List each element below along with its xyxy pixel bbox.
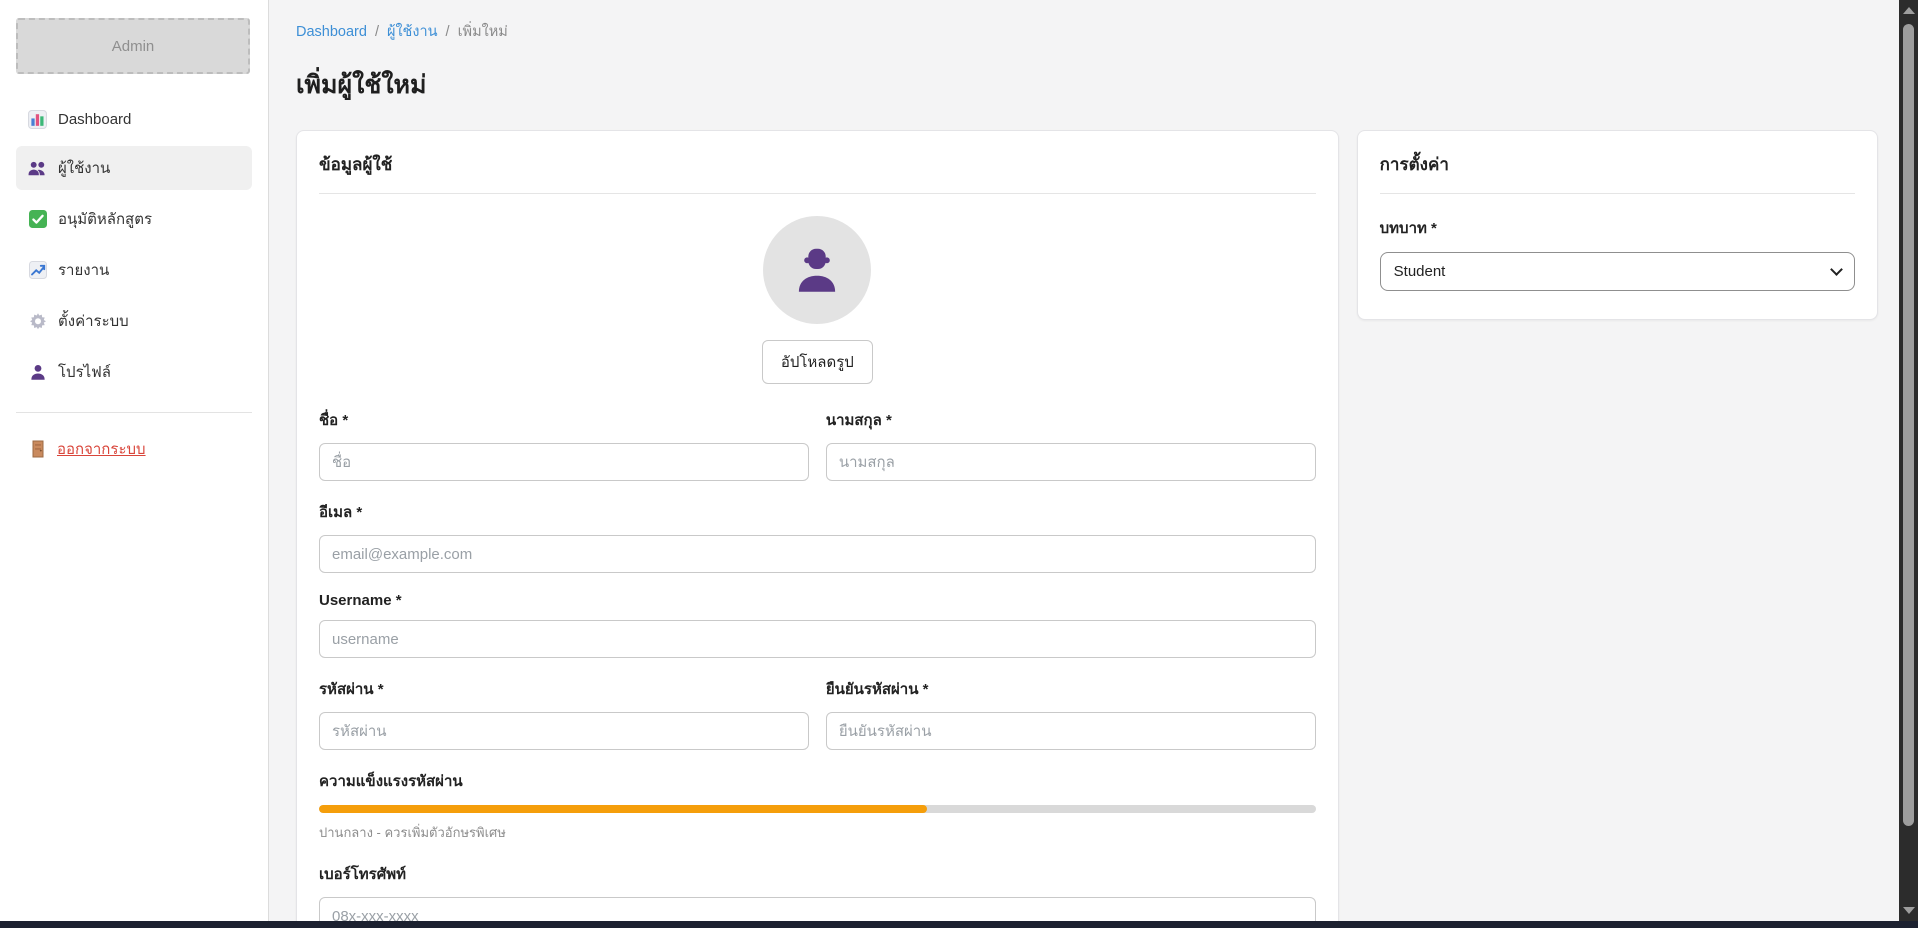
bottom-edge-bar [0,921,1918,928]
password-strength-message: ปานกลาง - ควรเพิ่มตัวอักษรพิเศษ [319,822,1316,843]
password-input[interactable] [319,712,809,750]
sidebar-divider [16,412,252,413]
password-strength-label: ความแข็งแรงรหัสผ่าน [319,769,1316,793]
phone-label: เบอร์โทรศัพท์ [319,862,1316,886]
settings-card-title: การตั้งค่า [1380,151,1855,194]
email-field-group: อีเมล * [319,500,1316,573]
last-name-field-group: นามสกุล * [826,408,1316,481]
sidebar-item-profile[interactable]: โปรไฟล์ [16,350,252,394]
sidebar-menu: Dashboard ผู้ใช้งาน อนุมัติหลักสูตร รายง… [16,100,252,394]
person-icon [28,363,47,382]
phone-input[interactable] [319,897,1316,921]
confirm-password-field-group: ยืนยันรหัสผ่าน * [826,677,1316,750]
page-title: เพิ่มผู้ใช้ใหม่ [296,65,1878,105]
role-select[interactable]: Student [1380,252,1855,291]
door-icon [28,440,47,459]
logout-link[interactable]: ออกจากระบบ [16,437,252,461]
vertical-scrollbar[interactable] [1899,0,1918,921]
sidebar-item-approve-courses[interactable]: อนุมัติหลักสูตร [16,197,252,241]
content-row: ข้อมูลผู้ใช้ อัปโหลดรูป ชื่อ * นามสกุล * [296,130,1878,921]
role-selected-value: Student [1394,263,1446,280]
phone-field-group: เบอร์โทรศัพท์ [319,862,1316,921]
sidebar-item-label: อนุมัติหลักสูตร [58,207,152,231]
first-name-label: ชื่อ * [319,408,809,432]
breadcrumb-link-dashboard[interactable]: Dashboard [296,24,367,40]
breadcrumb-separator: / [446,24,450,40]
password-field-group: รหัสผ่าน * [319,677,809,750]
scroll-down-arrow-icon[interactable] [1903,907,1915,914]
sidebar-item-label: ผู้ใช้งาน [58,156,110,180]
sidebar-item-users[interactable]: ผู้ใช้งาน [16,146,252,190]
sidebar-item-reports[interactable]: รายงาน [16,248,252,292]
username-label: Username * [319,592,1316,609]
avatar [763,216,871,324]
confirm-password-input[interactable] [826,712,1316,750]
password-row: รหัสผ่าน * ยืนยันรหัสผ่าน * [319,677,1316,750]
sidebar-item-label: ตั้งค่าระบบ [58,309,129,333]
settings-card: การตั้งค่า บทบาท * Student [1357,130,1878,320]
password-strength-fill [319,805,927,813]
email-label: อีเมล * [319,500,1316,524]
person-silhouette-icon [788,241,846,299]
confirm-password-label: ยืนยันรหัสผ่าน * [826,677,1316,701]
main-content: Dashboard / ผู้ใช้งาน / เพิ่มใหม่ เพิ่มผ… [269,0,1918,921]
scroll-up-arrow-icon[interactable] [1903,7,1915,14]
password-strength-track [319,805,1316,813]
sidebar-item-dashboard[interactable]: Dashboard [16,100,252,139]
breadcrumb-link-users[interactable]: ผู้ใช้งาน [387,20,438,43]
chevron-down-icon [1830,263,1843,276]
upload-photo-button[interactable]: อัปโหลดรูป [762,340,873,384]
users-icon [28,159,47,178]
avatar-block: อัปโหลดรูป [319,216,1316,384]
username-field-group: Username * [319,592,1316,658]
last-name-label: นามสกุล * [826,408,1316,432]
bar-chart-icon [28,110,47,129]
password-strength-block: ความแข็งแรงรหัสผ่าน ปานกลาง - ควรเพิ่มตั… [319,769,1316,843]
breadcrumb: Dashboard / ผู้ใช้งาน / เพิ่มใหม่ [296,20,1878,43]
check-icon [28,210,47,229]
sidebar-item-label: Dashboard [58,111,131,128]
first-name-field-group: ชื่อ * [319,408,809,481]
user-info-card: ข้อมูลผู้ใช้ อัปโหลดรูป ชื่อ * นามสกุล * [296,130,1339,921]
gear-icon [28,312,47,331]
sidebar: Admin Dashboard ผู้ใช้งาน อนุมัติหลักสูต… [0,0,269,921]
scrollbar-thumb[interactable] [1903,24,1914,826]
first-name-input[interactable] [319,443,809,481]
breadcrumb-separator: / [375,24,379,40]
chart-up-icon [28,261,47,280]
email-input[interactable] [319,535,1316,573]
breadcrumb-current: เพิ่มใหม่ [458,20,508,43]
password-label: รหัสผ่าน * [319,677,809,701]
admin-logo: Admin [16,18,250,74]
name-row: ชื่อ * นามสกุล * [319,408,1316,481]
role-label: บทบาท * [1380,216,1855,240]
sidebar-item-system-settings[interactable]: ตั้งค่าระบบ [16,299,252,343]
admin-logo-label: Admin [112,38,155,55]
user-card-title: ข้อมูลผู้ใช้ [319,151,1316,194]
sidebar-item-label: โปรไฟล์ [58,360,111,384]
logout-label: ออกจากระบบ [57,437,146,461]
sidebar-item-label: รายงาน [58,258,109,282]
app-window: Admin Dashboard ผู้ใช้งาน อนุมัติหลักสูต… [0,0,1918,928]
last-name-input[interactable] [826,443,1316,481]
username-input[interactable] [319,620,1316,658]
